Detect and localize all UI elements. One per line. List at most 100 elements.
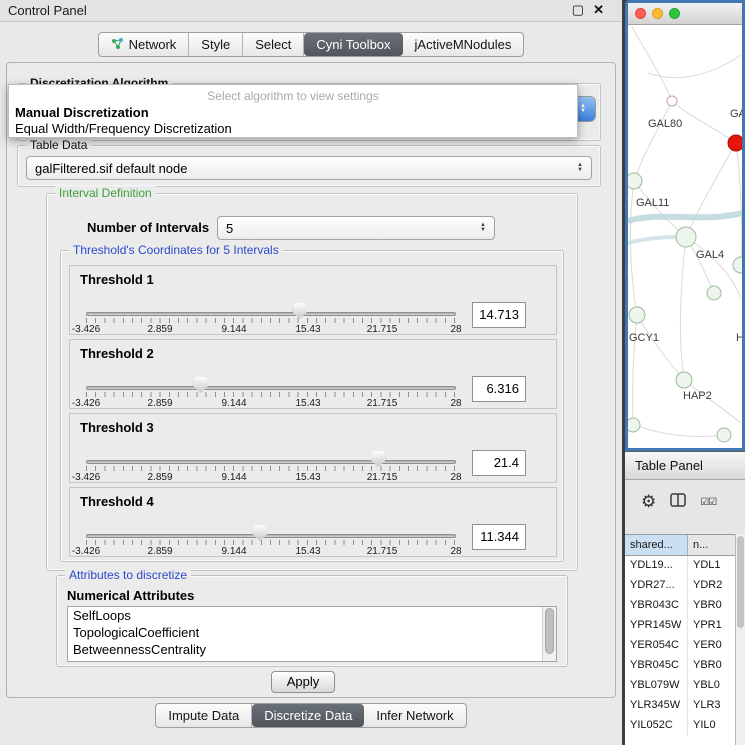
network-node[interactable] — [733, 257, 742, 273]
tab-label: Discretize Data — [264, 708, 352, 723]
float-window-icon[interactable]: ▢ — [572, 2, 584, 18]
tab-infer-network[interactable]: Infer Network — [364, 704, 465, 727]
threshold-value-field[interactable]: 6.316 — [472, 376, 526, 402]
thresholds-group: Threshold's Coordinates for 5 Intervals … — [60, 250, 564, 562]
tab-discretize-data[interactable]: Discretize Data — [252, 704, 364, 727]
control-panel-titlebar[interactable]: Control Panel ▢ ✕ — [0, 0, 622, 22]
dropdown-item-manual[interactable]: Manual Discretization — [9, 104, 577, 120]
network-window-titlebar[interactable] — [628, 3, 742, 25]
table-data-group: Table Data galFiltered.sif default node … — [17, 145, 601, 187]
network-node[interactable] — [676, 372, 692, 388]
network-node[interactable] — [676, 227, 696, 247]
highlighted-network-node[interactable] — [728, 135, 742, 151]
gear-icon[interactable]: ⚙ — [641, 492, 656, 512]
threshold-value-field[interactable]: 21.4 — [472, 450, 526, 476]
slider-thumb[interactable] — [253, 525, 267, 541]
network-node[interactable] — [707, 286, 721, 300]
network-canvas[interactable]: GAL80 GA GAL11 GAL4 GCY1 HAP2 H — [628, 25, 742, 448]
table-row[interactable]: YDL19...YDL1 — [625, 556, 735, 576]
algorithm-dropdown-popup: Select algorithm to view settings Manual… — [8, 84, 578, 138]
tab-label: Style — [201, 37, 230, 52]
slider-track[interactable] — [86, 460, 456, 464]
table-row[interactable]: YIL052CYIL0 — [625, 716, 735, 736]
attributes-listbox[interactable]: SelfLoops TopologicalCoefficient Between… — [67, 606, 557, 662]
tab-impute-data[interactable]: Impute Data — [156, 704, 252, 727]
column-header-name[interactable]: n... — [688, 535, 735, 555]
network-icon — [111, 37, 124, 53]
close-traffic-light-icon[interactable] — [635, 8, 646, 19]
tab-network[interactable]: Network — [99, 33, 190, 56]
table-row[interactable]: YPR145WYPR1 — [625, 616, 735, 636]
zoom-traffic-light-icon[interactable] — [669, 8, 680, 19]
threshold-panel-4: Threshold 4 -3.4262.8599.144 15.4321.715… — [69, 487, 557, 557]
slider-thumb[interactable] — [194, 377, 208, 393]
threshold-value-field[interactable]: 11.344 — [472, 524, 526, 550]
slider-track[interactable] — [86, 534, 456, 538]
table-row[interactable]: YER054CYER0 — [625, 636, 735, 656]
node-label: GAL4 — [696, 249, 724, 261]
threshold-label: Threshold 3 — [80, 420, 154, 435]
table-row[interactable]: YBL079WYBL0 — [625, 676, 735, 696]
slider-thumb[interactable] — [293, 303, 307, 319]
table-header-row: shared... n... — [625, 535, 735, 556]
table-row[interactable]: YDR27...YDR2 — [625, 576, 735, 596]
tab-style[interactable]: Style — [189, 33, 243, 56]
table-panel: ⚙ ☑☑ shared... n... YDL19...YDL1 YDR27..… — [625, 480, 745, 745]
num-intervals-combobox[interactable]: 5 ▲▼ — [217, 216, 495, 240]
threshold-panel-1: Threshold 1 -3.4262.8599.144 15.4321.715… — [69, 265, 557, 335]
attributes-group: Attributes to discretize Numerical Attri… — [56, 575, 568, 667]
network-node[interactable] — [628, 173, 642, 189]
tab-label: jActiveMNodules — [415, 37, 512, 52]
node-label: GAL80 — [648, 118, 682, 130]
threshold-label: Threshold 2 — [80, 346, 154, 361]
list-scrollbar[interactable] — [542, 607, 556, 661]
threshold-panel-2: Threshold 2 -3.4262.8599.144 15.4321.715… — [69, 339, 557, 409]
list-item[interactable]: SelfLoops — [68, 607, 556, 624]
num-intervals-value: 5 — [226, 221, 480, 236]
threshold-slider[interactable]: -3.4262.8599.144 15.4321.71528 — [86, 450, 456, 482]
threshold-slider[interactable]: -3.4262.8599.144 15.4321.71528 — [86, 524, 456, 556]
tab-select[interactable]: Select — [243, 33, 304, 56]
scrollbar-thumb[interactable] — [545, 608, 554, 654]
column-header-shared-name[interactable]: shared... — [625, 535, 688, 555]
table-scrollbar[interactable] — [735, 534, 745, 745]
table-panel-header[interactable]: Table Panel — [625, 451, 745, 480]
tab-jactivemnodules[interactable]: jActiveMNodules — [403, 33, 524, 56]
tab-cyni-toolbox[interactable]: Cyni Toolbox — [304, 33, 402, 56]
network-node[interactable] — [717, 428, 731, 442]
network-view-window: GAL80 GA GAL11 GAL4 GCY1 HAP2 H — [625, 0, 745, 451]
slider-scale: -3.4262.8599.144 15.4321.71528 — [86, 546, 456, 558]
slider-track[interactable] — [86, 312, 456, 316]
table-row[interactable]: YBR043CYBR0 — [625, 596, 735, 616]
scrollbar-thumb[interactable] — [737, 536, 744, 628]
network-node[interactable] — [629, 307, 645, 323]
table-data-selected: galFiltered.sif default node — [35, 161, 577, 176]
network-node[interactable] — [667, 96, 677, 106]
stepper-icon: ▲▼ — [577, 163, 583, 173]
table-data-combobox[interactable]: galFiltered.sif default node ▲▼ — [26, 156, 592, 180]
node-label: HAP2 — [683, 390, 712, 402]
dropdown-item-equal-width[interactable]: Equal Width/Frequency Discretization — [9, 120, 577, 136]
tab-label: Infer Network — [376, 708, 453, 723]
close-icon[interactable]: ✕ — [593, 2, 604, 18]
slider-thumb[interactable] — [371, 451, 385, 467]
minimize-traffic-light-icon[interactable] — [652, 8, 663, 19]
slider-ticks — [86, 466, 456, 471]
threshold-slider[interactable]: -3.4262.8599.144 15.4321.71528 — [86, 376, 456, 408]
apply-button[interactable]: Apply — [271, 671, 335, 693]
thick-network-edge[interactable] — [628, 213, 742, 221]
select-columns-icon[interactable]: ☑☑ — [700, 497, 716, 508]
numerical-attributes-label: Numerical Attributes — [67, 588, 194, 603]
node-label: GAL11 — [636, 197, 669, 209]
network-node[interactable] — [628, 418, 640, 432]
threshold-value-field[interactable]: 14.713 — [472, 302, 526, 328]
application-root: Control Panel ▢ ✕ Network — [0, 0, 745, 745]
table-row[interactable]: YLR345WYLR3 — [625, 696, 735, 716]
panel-title: Control Panel — [8, 3, 87, 18]
columns-icon[interactable] — [670, 493, 686, 512]
list-item[interactable]: BetweennessCentrality — [68, 641, 556, 658]
table-row[interactable]: YBR045CYBR0 — [625, 656, 735, 676]
list-item[interactable]: TopologicalCoefficient — [68, 624, 556, 641]
slider-track[interactable] — [86, 386, 456, 390]
threshold-slider[interactable]: -3.4262.8599.144 15.4321.71528 — [86, 302, 456, 334]
